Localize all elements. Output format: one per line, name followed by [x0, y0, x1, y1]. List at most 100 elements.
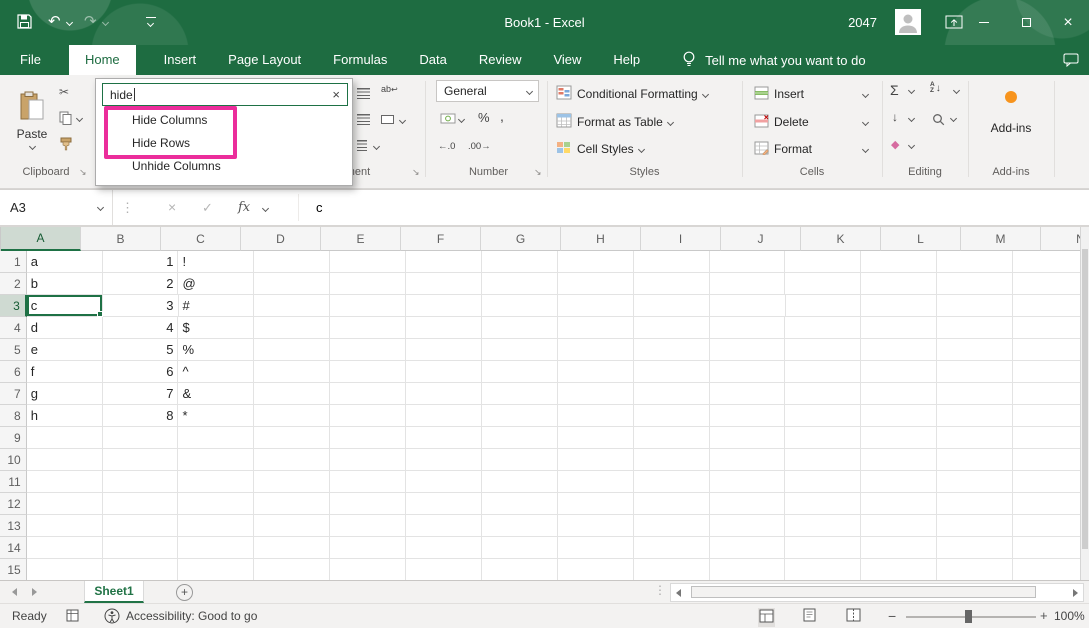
sort-filter-chevron-icon[interactable]	[953, 87, 960, 94]
cell-H14[interactable]	[558, 537, 634, 559]
cell-M10[interactable]	[937, 449, 1013, 471]
tab-scrollbar-splitter[interactable]: ⋮	[654, 583, 666, 597]
cell-I13[interactable]	[634, 515, 710, 537]
cell-D10[interactable]	[254, 449, 330, 471]
menu-item-unhide-columns[interactable]: Unhide Columns	[96, 155, 352, 178]
cell-B11[interactable]	[103, 471, 179, 493]
clear-icon[interactable]: ◆	[891, 138, 899, 151]
cell-I5[interactable]	[634, 339, 710, 361]
cell-F6[interactable]	[406, 361, 482, 383]
wrap-text-icon[interactable]: ab↩	[381, 84, 398, 94]
avatar[interactable]	[895, 9, 921, 35]
accounting-chevron-icon[interactable]	[458, 116, 465, 123]
cell-L4[interactable]	[861, 317, 937, 339]
cell-N14[interactable]	[1013, 537, 1089, 559]
cell-M12[interactable]	[937, 493, 1013, 515]
cell-C11[interactable]	[178, 471, 254, 493]
cell-E6[interactable]	[330, 361, 406, 383]
menu-item-hide-columns[interactable]: Hide Columns	[96, 109, 352, 132]
cell-A12[interactable]	[27, 493, 103, 515]
cell-B13[interactable]	[103, 515, 179, 537]
cell-M6[interactable]	[937, 361, 1013, 383]
cell-K1[interactable]	[785, 251, 861, 273]
cell-D5[interactable]	[254, 339, 330, 361]
cell-E12[interactable]	[330, 493, 406, 515]
column-header-B[interactable]: B	[81, 227, 161, 251]
fill-chevron-icon[interactable]	[908, 115, 915, 122]
view-page-break-icon[interactable]	[846, 608, 861, 625]
cell-E8[interactable]	[330, 405, 406, 427]
cell-C15[interactable]	[178, 559, 254, 580]
cell-N6[interactable]	[1013, 361, 1089, 383]
cell-G9[interactable]	[482, 427, 558, 449]
cell-H15[interactable]	[558, 559, 634, 580]
name-box-chevron-icon[interactable]	[97, 204, 104, 211]
cell-A14[interactable]	[27, 537, 103, 559]
cell-D6[interactable]	[254, 361, 330, 383]
cell-G7[interactable]	[482, 383, 558, 405]
macro-record-icon[interactable]	[66, 609, 79, 625]
cell-D4[interactable]	[254, 317, 330, 339]
cell-I3[interactable]	[634, 295, 710, 317]
cell-H5[interactable]	[558, 339, 634, 361]
cell-A7[interactable]: g	[27, 383, 103, 405]
cell-B8[interactable]: 8	[103, 405, 179, 427]
cell-M4[interactable]	[937, 317, 1013, 339]
cell-A3[interactable]: c	[27, 295, 103, 317]
cell-C14[interactable]	[178, 537, 254, 559]
cell-A9[interactable]	[27, 427, 103, 449]
cell-F10[interactable]	[406, 449, 482, 471]
sheet-nav-right-icon[interactable]	[32, 588, 37, 596]
cell-K11[interactable]	[785, 471, 861, 493]
merge-center-icon[interactable]	[381, 115, 394, 124]
cell-G3[interactable]	[482, 295, 558, 317]
cell-J6[interactable]	[710, 361, 786, 383]
cell-F9[interactable]	[406, 427, 482, 449]
cell-M7[interactable]	[937, 383, 1013, 405]
cell-E4[interactable]	[330, 317, 406, 339]
cancel-icon[interactable]: ×	[168, 190, 176, 225]
cell-H2[interactable]	[558, 273, 634, 295]
cell-A1[interactable]: a	[27, 251, 103, 273]
cell-E9[interactable]	[330, 427, 406, 449]
column-header-M[interactable]: M	[961, 227, 1041, 251]
zoom-out-button[interactable]: −	[888, 604, 896, 628]
cell-J3[interactable]	[710, 295, 786, 317]
cell-N8[interactable]	[1013, 405, 1089, 427]
cell-H10[interactable]	[558, 449, 634, 471]
sheet-tab-sheet1[interactable]: Sheet1	[84, 581, 144, 603]
close-icon[interactable]: ×	[332, 87, 340, 102]
cell-F5[interactable]	[406, 339, 482, 361]
cell-F3[interactable]	[406, 295, 482, 317]
cell-A10[interactable]	[27, 449, 103, 471]
row-header-1[interactable]: 1	[0, 251, 27, 273]
cell-M1[interactable]	[937, 251, 1013, 273]
find-select-icon[interactable]	[932, 113, 945, 129]
cell-I14[interactable]	[634, 537, 710, 559]
cell-styles-button[interactable]: Cell Styles	[556, 139, 644, 159]
cell-J14[interactable]	[710, 537, 786, 559]
indent-chevron-icon[interactable]	[373, 143, 380, 150]
tab-view[interactable]: View	[537, 45, 597, 75]
cell-B4[interactable]: 4	[103, 317, 179, 339]
cell-F4[interactable]	[406, 317, 482, 339]
indent-icon[interactable]	[357, 140, 367, 151]
view-normal-icon[interactable]	[758, 608, 775, 627]
cell-C8[interactable]: *	[178, 405, 254, 427]
cell-E10[interactable]	[330, 449, 406, 471]
align-text-icon[interactable]	[357, 88, 370, 99]
cell-K12[interactable]	[785, 493, 861, 515]
cell-E1[interactable]	[330, 251, 406, 273]
cell-J10[interactable]	[710, 449, 786, 471]
cell-K7[interactable]	[785, 383, 861, 405]
cell-F13[interactable]	[406, 515, 482, 537]
cell-J1[interactable]	[710, 251, 786, 273]
cell-D3[interactable]	[254, 295, 330, 317]
cell-C13[interactable]	[178, 515, 254, 537]
cell-F11[interactable]	[406, 471, 482, 493]
column-header-C[interactable]: C	[161, 227, 241, 251]
tab-file[interactable]: File	[4, 45, 57, 75]
cell-I4[interactable]	[634, 317, 710, 339]
column-header-K[interactable]: K	[801, 227, 881, 251]
row-header-3[interactable]: 3	[0, 295, 27, 317]
